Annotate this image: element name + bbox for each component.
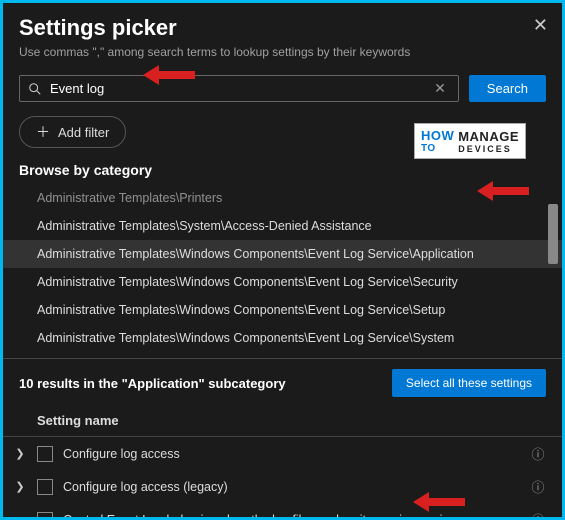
- setting-row[interactable]: ❯ Configure log access ⓘ: [3, 437, 562, 470]
- scrollbar-thumb[interactable]: [548, 204, 558, 264]
- page-subtitle: Use commas "," among search terms to loo…: [19, 45, 546, 59]
- category-item[interactable]: Administrative Templates\Windows Compone…: [3, 268, 562, 296]
- plus-icon: ＋: [36, 122, 50, 142]
- select-all-button[interactable]: Select all these settings: [392, 369, 546, 397]
- setting-checkbox[interactable]: [37, 446, 53, 462]
- clear-search-icon[interactable]: ✕: [430, 80, 450, 97]
- setting-label: Configure log access (legacy): [63, 480, 520, 494]
- setting-row[interactable]: ❯ Configure log access (legacy) ⓘ: [3, 470, 562, 503]
- info-icon[interactable]: ⓘ: [530, 444, 546, 463]
- chevron-right-icon[interactable]: ❯: [13, 480, 27, 493]
- info-icon[interactable]: ⓘ: [530, 510, 546, 520]
- column-header-setting-name: Setting name: [3, 407, 562, 437]
- setting-label: Configure log access: [63, 447, 520, 461]
- info-icon[interactable]: ⓘ: [530, 477, 546, 496]
- search-icon: [28, 82, 42, 96]
- search-field-wrap: ✕: [19, 75, 459, 102]
- page-title: Settings picker: [19, 15, 546, 41]
- settings-list: ❯ Configure log access ⓘ ❯ Configure log acc…: [3, 437, 562, 520]
- browse-by-category-header: Browse by category: [3, 158, 562, 184]
- add-filter-button[interactable]: ＋ Add filter: [19, 116, 126, 148]
- chevron-right-icon[interactable]: ❯: [13, 447, 27, 460]
- category-item[interactable]: Administrative Templates\Windows Compone…: [3, 296, 562, 324]
- category-list: Administrative Templates\PrintersAdminis…: [3, 184, 562, 352]
- category-item[interactable]: Administrative Templates\Printers: [3, 184, 562, 212]
- close-icon[interactable]: ✕: [533, 15, 548, 36]
- results-summary: 10 results in the "Application" subcateg…: [19, 376, 286, 391]
- search-input[interactable]: [50, 81, 430, 96]
- setting-checkbox[interactable]: [37, 479, 53, 495]
- category-item[interactable]: Administrative Templates\Windows Compone…: [3, 240, 562, 268]
- category-item[interactable]: Administrative Templates\System\Access-D…: [3, 212, 562, 240]
- add-filter-label: Add filter: [58, 125, 109, 140]
- setting-label: Control Event Log behavior when the log …: [63, 513, 520, 520]
- category-item[interactable]: Administrative Templates\Windows Compone…: [3, 324, 562, 352]
- setting-row[interactable]: ❯Control Event Log behavior when the log…: [3, 503, 562, 520]
- setting-checkbox[interactable]: [37, 512, 53, 520]
- watermark-badge: HOW TO MANAGE DEVICES: [414, 123, 526, 159]
- search-button[interactable]: Search: [469, 75, 546, 102]
